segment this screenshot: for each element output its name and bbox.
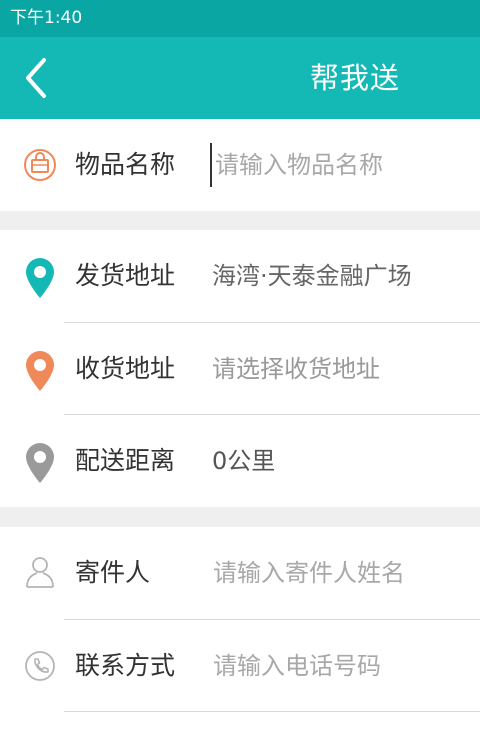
- sender-address-value: 海湾·天泰金融广场: [212, 262, 412, 290]
- phone-label: 联系方式: [75, 651, 176, 680]
- page-title: 帮我送: [310, 61, 401, 95]
- phone-input[interactable]: [210, 644, 460, 688]
- location-pin-icon: [22, 349, 58, 391]
- status-time: 下午1:40: [10, 8, 83, 28]
- item-name-input[interactable]: [210, 143, 460, 187]
- item-name-label: 物品名称: [75, 150, 176, 179]
- contact-section: 寄件人 联系方式: [0, 527, 480, 745]
- sender-name-input[interactable]: [210, 551, 460, 595]
- receiver-address-row[interactable]: 收货地址 请选择收货地址: [0, 323, 480, 415]
- address-section: 发货地址 海湾·天泰金融广场 收货地址 请选择收货地址 配送距离 0公里: [0, 230, 480, 507]
- divider: [64, 711, 480, 712]
- item-section: 物品名称: [0, 119, 480, 211]
- back-button[interactable]: [22, 56, 52, 100]
- sender-name-row[interactable]: 寄件人: [0, 527, 480, 619]
- phone-row[interactable]: 联系方式: [0, 620, 480, 712]
- sender-address-row[interactable]: 发货地址 海湾·天泰金融广场: [0, 230, 480, 322]
- section-gap: [0, 211, 480, 230]
- phone-icon: [22, 646, 58, 686]
- receiver-address-value: 请选择收货地址: [212, 355, 380, 383]
- status-bar: 下午1:40: [0, 0, 480, 37]
- nav-bar: 帮我送: [0, 37, 480, 119]
- sender-address-label: 发货地址: [75, 261, 176, 290]
- chevron-left-icon: [26, 58, 46, 98]
- receiver-address-label: 收货地址: [75, 354, 176, 383]
- bag-icon: [22, 145, 58, 185]
- distance-row: 配送距离 0公里: [0, 415, 480, 507]
- person-icon: [22, 553, 58, 593]
- sender-name-label: 寄件人: [75, 558, 151, 587]
- location-pin-icon: [22, 441, 58, 483]
- distance-value: 0公里: [212, 447, 276, 475]
- distance-label: 配送距离: [75, 446, 176, 475]
- location-pin-icon: [22, 256, 58, 298]
- section-gap: [0, 507, 480, 527]
- item-name-row[interactable]: 物品名称: [0, 119, 480, 211]
